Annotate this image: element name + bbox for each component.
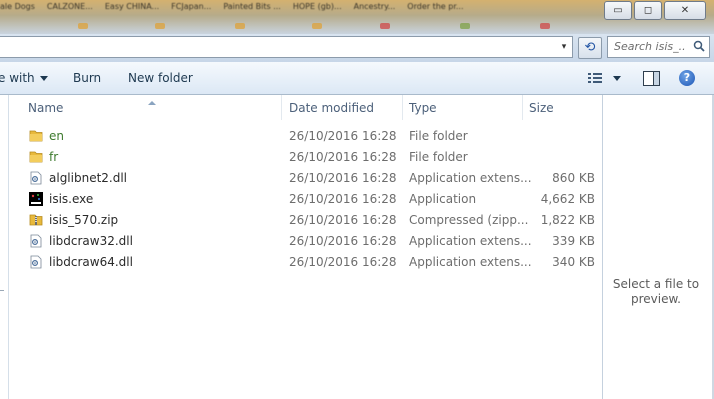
column-type-label: Type (409, 101, 437, 115)
file-date: 26/10/2016 16:28 (289, 255, 397, 269)
search-input[interactable] (614, 40, 686, 53)
column-header-name[interactable]: Name (9, 95, 279, 120)
file-name: fr (49, 150, 59, 164)
minimize-button[interactable]: ▭ (604, 1, 632, 20)
file-name: libdcraw32.dll (49, 234, 133, 248)
file-name: libdcraw64.dll (49, 255, 133, 269)
file-type: File folder (409, 150, 468, 164)
folder-icon (29, 130, 43, 142)
file-row[interactable]: libdcraw64.dll 26/10/2016 16:28 Applicat… (9, 252, 601, 273)
file-size: 860 KB (552, 171, 595, 185)
file-type: Application (409, 192, 477, 206)
file-type: Application extens... (409, 255, 532, 269)
dll-icon (30, 234, 42, 248)
search-icon[interactable] (693, 40, 705, 52)
file-date: 26/10/2016 16:28 (289, 129, 397, 143)
column-size-label: Size (529, 101, 554, 115)
close-button[interactable]: ✕ (664, 1, 706, 20)
open-with-label: e with (0, 71, 35, 85)
tab-5[interactable]: Painted Bits ... (223, 2, 281, 18)
zip-icon (29, 214, 43, 226)
column-date-label: Date modified (289, 101, 375, 115)
file-type: File folder (409, 129, 468, 143)
dll-icon (30, 171, 42, 185)
navigation-pane[interactable] (0, 95, 9, 399)
file-date: 26/10/2016 16:28 (289, 150, 397, 164)
file-name: isis.exe (49, 192, 94, 206)
preview-pane-toggle-icon[interactable] (643, 71, 660, 86)
app-icon[interactable] (540, 23, 550, 29)
exe-icon (29, 192, 43, 206)
window-controls: ▭ ◻ ✕ (602, 1, 706, 20)
file-row[interactable]: en 26/10/2016 16:28 File folder (9, 126, 601, 147)
refresh-button[interactable]: ⟲ (578, 37, 602, 59)
file-date: 26/10/2016 16:28 (289, 234, 397, 248)
file-row[interactable]: alglibnet2.dll 26/10/2016 16:28 Applicat… (9, 168, 601, 189)
preview-message: Select a file to preview. (612, 277, 700, 306)
app-icon[interactable] (312, 23, 322, 29)
file-name: en (49, 129, 64, 143)
maximize-button[interactable]: ◻ (634, 1, 662, 20)
tree-connector (0, 290, 4, 291)
app-icon[interactable] (155, 23, 165, 29)
sort-ascending-icon (148, 101, 156, 105)
file-size: 4,662 KB (540, 192, 595, 206)
file-row[interactable]: fr 26/10/2016 16:28 File folder (9, 147, 601, 168)
folder-icon (29, 151, 43, 163)
tab-8[interactable]: Order the pr... (407, 2, 463, 18)
file-size: 1,822 KB (540, 213, 595, 227)
tab-6[interactable]: HOPE (gb)... (293, 2, 342, 18)
column-header-type[interactable]: Type (403, 95, 521, 120)
taskbar-icons (0, 20, 714, 34)
preview-pane: Select a file to preview. (602, 95, 714, 399)
tab-3[interactable]: Easy CHINA... (105, 2, 159, 18)
file-date: 26/10/2016 16:28 (289, 192, 397, 206)
dll-icon (30, 255, 42, 269)
file-date: 26/10/2016 16:28 (289, 213, 397, 227)
file-list: Name Date modified Type Size en 26/10/20… (9, 95, 601, 399)
new-folder-button[interactable]: New folder (128, 71, 193, 85)
address-field[interactable]: ▾ (0, 36, 573, 58)
help-icon[interactable]: ? (679, 70, 695, 86)
file-type: Application extens... (409, 234, 532, 248)
file-row[interactable]: isis.exe 26/10/2016 16:28 Application 4,… (9, 189, 601, 210)
command-bar: e with Burn New folder ? (0, 62, 714, 95)
file-row[interactable]: libdcraw32.dll 26/10/2016 16:28 Applicat… (9, 231, 601, 252)
tab-1[interactable]: ale Dogs (0, 2, 35, 18)
file-size: 340 KB (552, 255, 595, 269)
column-header-date[interactable]: Date modified (282, 95, 402, 120)
column-header-size[interactable]: Size (523, 95, 601, 120)
address-dropdown-button[interactable]: ▾ (558, 39, 570, 55)
title-bar: ale Dogs CALZONE... Easy CHINA... FCJapa… (0, 0, 714, 34)
tab-4[interactable]: FCJapan... (171, 2, 211, 18)
file-name: isis_570.zip (49, 213, 119, 227)
address-bar: ▾ ⟲ (0, 34, 714, 62)
app-icon[interactable] (78, 23, 88, 29)
open-with-button[interactable]: e with (0, 71, 48, 85)
file-name: alglibnet2.dll (49, 171, 128, 185)
app-icon[interactable] (380, 23, 390, 29)
file-type: Compressed (zipp... (409, 213, 529, 227)
file-row[interactable]: isis_570.zip 26/10/2016 16:28 Compressed… (9, 210, 601, 231)
column-name-label: Name (28, 101, 64, 115)
browser-tabs: ale Dogs CALZONE... Easy CHINA... FCJapa… (0, 2, 476, 18)
search-box[interactable] (607, 36, 710, 58)
burn-button[interactable]: Burn (73, 71, 101, 85)
change-view-icon[interactable] (588, 72, 628, 86)
app-icon[interactable] (460, 23, 470, 29)
file-date: 26/10/2016 16:28 (289, 171, 397, 185)
file-type: Application extens... (409, 171, 532, 185)
tab-2[interactable]: CALZONE... (47, 2, 93, 18)
tab-7[interactable]: Ancestry... (354, 2, 396, 18)
file-size: 339 KB (552, 234, 595, 248)
chevron-down-icon (39, 76, 48, 81)
app-icon[interactable] (235, 23, 245, 29)
